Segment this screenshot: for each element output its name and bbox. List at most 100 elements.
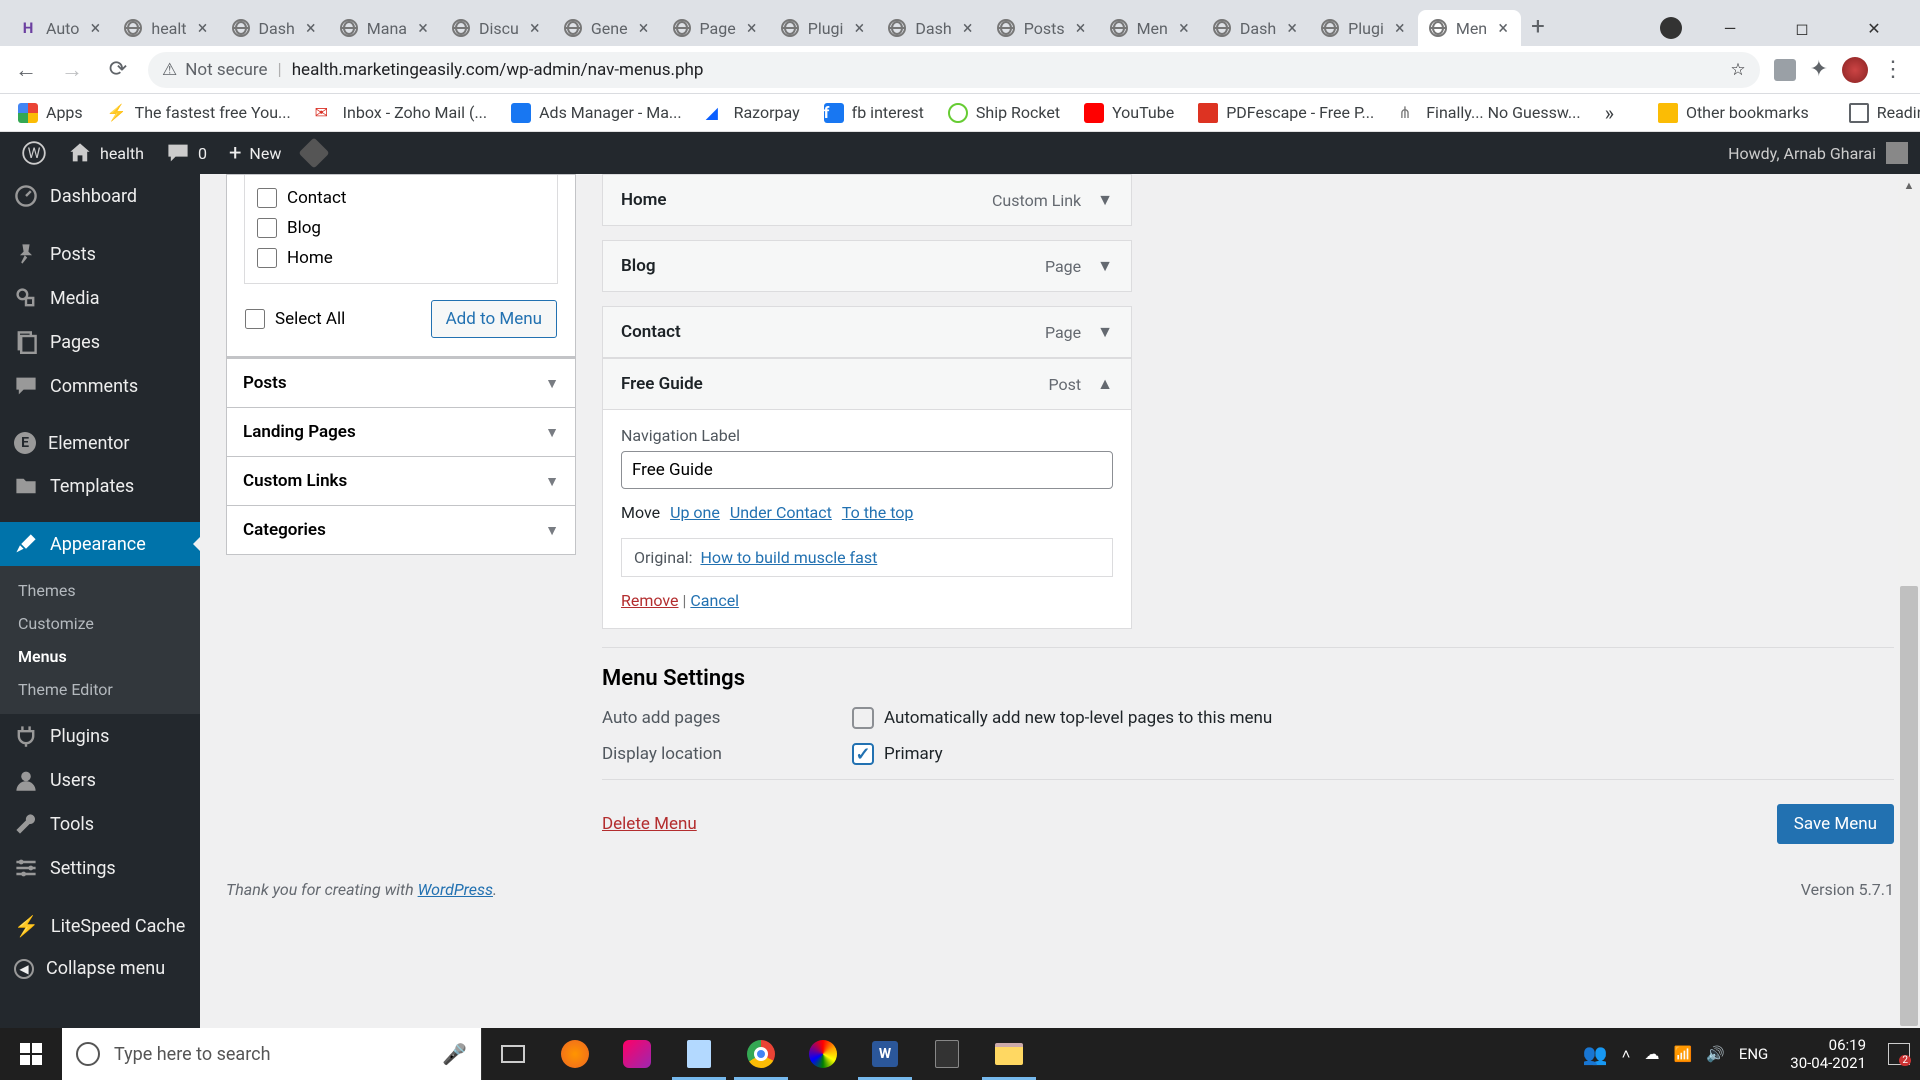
tab-1[interactable]: healt× bbox=[113, 10, 220, 46]
sidebar-templates[interactable]: Templates bbox=[0, 464, 200, 508]
notifications-icon[interactable]: 2 bbox=[1888, 1043, 1910, 1065]
submenu-menus[interactable]: Menus bbox=[0, 640, 200, 673]
chrome-icon[interactable] bbox=[730, 1028, 792, 1080]
tab-13-active[interactable]: Men× bbox=[1418, 10, 1521, 46]
menu-icon[interactable]: ⋮ bbox=[1882, 57, 1904, 82]
account-icon[interactable] bbox=[1660, 17, 1682, 39]
sidebar-posts[interactable]: Posts bbox=[0, 232, 200, 276]
sidebar-collapse[interactable]: ◀Collapse menu bbox=[0, 948, 200, 989]
close-icon[interactable]: × bbox=[87, 20, 103, 36]
other-bookmarks[interactable]: Other bookmarks bbox=[1648, 99, 1819, 127]
nav-label-input[interactable] bbox=[621, 451, 1113, 489]
remove-link[interactable]: Remove bbox=[621, 591, 679, 610]
wordpress-link[interactable]: WordPress bbox=[418, 880, 493, 899]
paint-icon[interactable] bbox=[792, 1028, 854, 1080]
extensions-icon[interactable]: ✦ bbox=[1810, 57, 1828, 82]
howdy[interactable]: Howdy, Arnab Gharai bbox=[1728, 144, 1876, 163]
back-icon[interactable]: ← bbox=[10, 54, 42, 86]
bookmark-item[interactable]: ffb interest bbox=[814, 99, 934, 127]
firefox-icon[interactable] bbox=[544, 1028, 606, 1080]
forward-icon[interactable]: → bbox=[56, 54, 88, 86]
bookmark-item[interactable]: ⚡The fastest free You... bbox=[97, 99, 301, 127]
tab-5[interactable]: Gene× bbox=[553, 10, 662, 46]
sidebar-tools[interactable]: Tools bbox=[0, 802, 200, 846]
avatar[interactable] bbox=[1886, 142, 1908, 164]
taskbar-search[interactable]: Type here to search 🎤 bbox=[62, 1028, 482, 1080]
close-icon[interactable]: × bbox=[1073, 20, 1089, 36]
cancel-link[interactable]: Cancel bbox=[690, 591, 739, 610]
delete-menu-link[interactable]: Delete Menu bbox=[602, 814, 697, 834]
custom-links-accordion[interactable]: Custom Links▼ bbox=[227, 456, 575, 505]
posts-accordion[interactable]: Posts▼ bbox=[227, 358, 575, 407]
auto-add-checkbox[interactable] bbox=[852, 707, 874, 729]
close-icon[interactable]: × bbox=[960, 20, 976, 36]
tab-7[interactable]: Plugi× bbox=[770, 10, 878, 46]
app-icon[interactable] bbox=[606, 1028, 668, 1080]
tab-10[interactable]: Men× bbox=[1099, 10, 1202, 46]
tab-4[interactable]: Discu× bbox=[441, 10, 553, 46]
menu-item-blog[interactable]: Blog Page▼ bbox=[602, 240, 1132, 292]
bookmark-more[interactable]: » bbox=[1595, 97, 1624, 129]
save-menu-button[interactable]: Save Menu bbox=[1777, 804, 1894, 844]
submenu-customize[interactable]: Customize bbox=[0, 607, 200, 640]
sidebar-users[interactable]: Users bbox=[0, 758, 200, 802]
sidebar-plugins[interactable]: Plugins bbox=[0, 714, 200, 758]
reading-list[interactable]: Reading list bbox=[1839, 99, 1920, 127]
bookmark-item[interactable]: YouTube bbox=[1074, 99, 1184, 127]
move-to-top[interactable]: To the top bbox=[842, 503, 914, 522]
move-under-contact[interactable]: Under Contact bbox=[730, 503, 832, 522]
sidebar-pages[interactable]: Pages bbox=[0, 320, 200, 364]
notepad-icon[interactable] bbox=[668, 1028, 730, 1080]
close-icon[interactable]: × bbox=[415, 20, 431, 36]
close-icon[interactable]: × bbox=[195, 20, 211, 36]
sidebar-media[interactable]: Media bbox=[0, 276, 200, 320]
close-icon[interactable]: × bbox=[303, 20, 319, 36]
onedrive-icon[interactable]: ☁ bbox=[1644, 1045, 1659, 1063]
scrollbar[interactable]: ▲ bbox=[1898, 174, 1920, 1028]
page-checkbox-home[interactable]: Home bbox=[257, 243, 545, 273]
submenu-theme-editor[interactable]: Theme Editor bbox=[0, 673, 200, 706]
explorer-icon[interactable] bbox=[978, 1028, 1040, 1080]
sidebar-comments[interactable]: Comments bbox=[0, 364, 200, 408]
categories-accordion[interactable]: Categories▼ bbox=[227, 505, 575, 554]
bookmark-item[interactable]: ✉Inbox - Zoho Mail (... bbox=[305, 99, 497, 127]
sidebar-dashboard[interactable]: Dashboard bbox=[0, 174, 200, 218]
close-icon[interactable]: × bbox=[1392, 20, 1408, 36]
submenu-themes[interactable]: Themes bbox=[0, 574, 200, 607]
menu-item-home[interactable]: Home Custom Link▼ bbox=[602, 174, 1132, 226]
landing-pages-accordion[interactable]: Landing Pages▼ bbox=[227, 407, 575, 456]
start-button[interactable] bbox=[0, 1028, 62, 1080]
sidebar-litespeed[interactable]: ⚡LiteSpeed Cache bbox=[0, 904, 200, 948]
url-input[interactable]: ⚠Not secure | health.marketingeasily.com… bbox=[148, 52, 1760, 88]
original-link[interactable]: How to build muscle fast bbox=[700, 548, 877, 567]
tab-8[interactable]: Dash× bbox=[877, 10, 985, 46]
close-icon[interactable]: × bbox=[851, 20, 867, 36]
cache-icon[interactable] bbox=[293, 132, 335, 174]
new-tab-button[interactable]: + bbox=[1521, 6, 1555, 46]
select-all-checkbox[interactable]: Select All bbox=[245, 309, 345, 329]
calculator-icon[interactable] bbox=[916, 1028, 978, 1080]
star-icon[interactable]: ☆ bbox=[1730, 60, 1745, 80]
wifi-icon[interactable]: 📶 bbox=[1673, 1045, 1692, 1063]
task-view-icon[interactable] bbox=[482, 1028, 544, 1080]
maximize-icon[interactable]: ◻ bbox=[1778, 10, 1826, 46]
minimize-icon[interactable]: — bbox=[1706, 10, 1754, 46]
bookmark-item[interactable]: PDFescape - Free P... bbox=[1188, 99, 1384, 127]
tray-expand-icon[interactable]: ˄ bbox=[1622, 1045, 1631, 1063]
wp-logo[interactable]: W bbox=[12, 132, 56, 174]
apps-button[interactable]: Apps bbox=[8, 99, 93, 127]
mic-icon[interactable]: 🎤 bbox=[442, 1042, 467, 1066]
tab-0[interactable]: HAuto× bbox=[8, 10, 113, 46]
move-up-one[interactable]: Up one bbox=[670, 503, 720, 522]
volume-icon[interactable]: 🔊 bbox=[1706, 1045, 1725, 1063]
reload-icon[interactable]: ⟳ bbox=[102, 54, 134, 86]
scroll-up-icon[interactable]: ▲ bbox=[1898, 174, 1920, 196]
bookmark-item[interactable]: Ship Rocket bbox=[938, 99, 1070, 127]
tab-11[interactable]: Dash× bbox=[1202, 10, 1310, 46]
site-name[interactable]: health bbox=[58, 132, 154, 174]
tab-3[interactable]: Mana× bbox=[329, 10, 441, 46]
close-icon[interactable]: × bbox=[527, 20, 543, 36]
close-icon[interactable]: × bbox=[1284, 20, 1300, 36]
bookmark-item[interactable]: Ads Manager - Ma... bbox=[501, 99, 691, 127]
page-checkbox-contact[interactable]: Contact bbox=[257, 183, 545, 213]
